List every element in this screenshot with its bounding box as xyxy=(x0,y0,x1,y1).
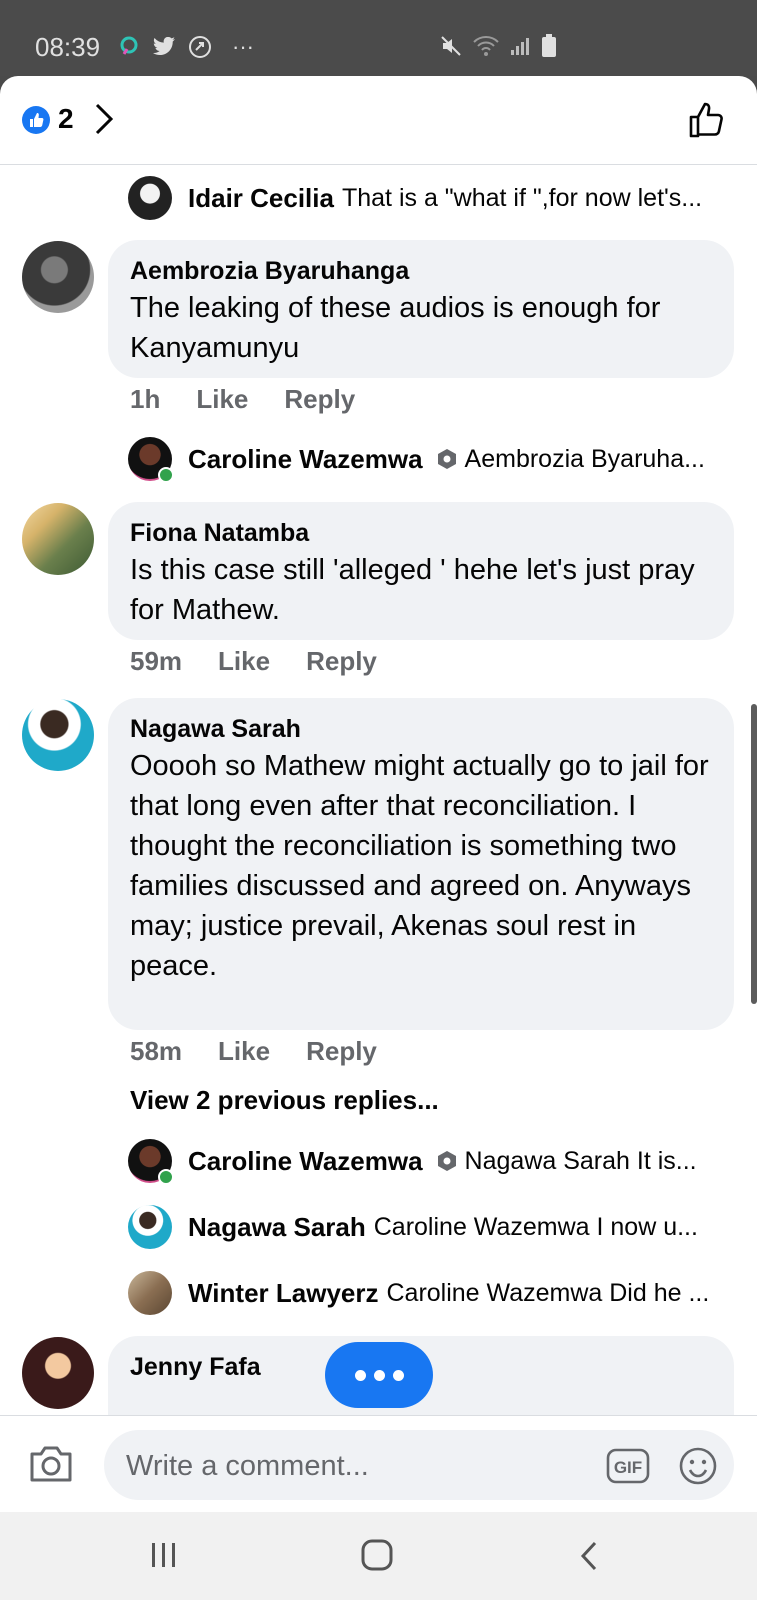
avatar[interactable] xyxy=(128,1139,174,1185)
comment-actions: 59m Like Reply xyxy=(130,646,413,677)
comment-author[interactable]: Fiona Natamba xyxy=(130,516,712,550)
comment-author[interactable]: Nagawa Sarah xyxy=(130,712,712,746)
scrollbar[interactable] xyxy=(751,704,757,1004)
system-navigation-bar xyxy=(0,1512,757,1600)
reply-author[interactable]: Caroline Wazemwa xyxy=(188,1146,423,1177)
top-fan-badge-icon xyxy=(437,1151,456,1171)
more-options-button[interactable] xyxy=(325,1342,433,1408)
online-indicator xyxy=(158,1169,174,1185)
like-button[interactable]: Like xyxy=(218,1036,270,1067)
reply-button[interactable]: Reply xyxy=(306,1036,377,1067)
comment-text: The leaking of these audios is enough fo… xyxy=(130,292,661,364)
reply-author[interactable]: Winter Lawyerz xyxy=(188,1278,378,1309)
reply-preview[interactable]: Winter Lawyerz Caroline Wazemwa Did he .… xyxy=(128,1269,728,1317)
avatar[interactable] xyxy=(128,176,172,220)
comment-actions: 1h Like Reply xyxy=(130,384,391,415)
wifi-icon xyxy=(473,36,499,56)
reply-author[interactable]: Caroline Wazemwa xyxy=(188,444,423,475)
avatar[interactable] xyxy=(22,503,94,575)
signal-icon xyxy=(511,38,529,55)
system-icons xyxy=(439,34,557,58)
camera-icon[interactable] xyxy=(28,1444,74,1484)
like-outline-icon[interactable] xyxy=(687,100,727,140)
view-previous-replies-link[interactable]: View 2 previous replies... xyxy=(130,1085,439,1116)
reply-preview[interactable]: Idair Cecilia That is a "what if ",for n… xyxy=(128,174,728,222)
mute-icon xyxy=(441,36,461,56)
comment-bubble: Fiona Natamba Is this case still 'allege… xyxy=(108,502,734,640)
avatar[interactable] xyxy=(22,241,94,313)
avatar[interactable] xyxy=(128,437,174,483)
battery-icon xyxy=(542,34,556,57)
comment-time: 59m xyxy=(130,646,183,676)
comment-time: 1h xyxy=(130,384,161,414)
comment-text: Ooooh so Mathew might actually go to jai… xyxy=(130,750,709,982)
like-button[interactable]: Like xyxy=(218,646,270,677)
status-time: 08:39 xyxy=(35,32,101,62)
comment-bubble: Nagawa Sarah Ooooh so Mathew might actua… xyxy=(108,698,734,1030)
comments-sheet: 2 Idair Cecilia That is a "what if ",for… xyxy=(0,76,757,1512)
comment-input-placeholder: Write a comment... xyxy=(126,1450,369,1482)
home-icon[interactable] xyxy=(360,1538,394,1572)
reply-author[interactable]: Nagawa Sarah xyxy=(188,1212,366,1243)
comment-composer: Write a comment... GIF xyxy=(0,1415,757,1513)
twitter-icon xyxy=(153,37,175,55)
top-fan-badge-icon xyxy=(437,449,456,469)
avatar[interactable] xyxy=(128,1271,172,1315)
dot xyxy=(354,1369,366,1381)
reply-button[interactable]: Reply xyxy=(306,646,377,677)
thumbs-up-icon xyxy=(30,113,44,127)
comment-author[interactable]: Aembrozia Byaruhanga xyxy=(130,254,712,288)
comment-time: 58m xyxy=(130,1036,183,1066)
sync-icon xyxy=(189,36,211,58)
reply-snippet: Nagawa Sarah It is... xyxy=(464,1146,697,1175)
reaction-count[interactable]: 2 xyxy=(58,103,74,135)
reply-button[interactable]: Reply xyxy=(284,384,355,415)
chevron-right-icon[interactable] xyxy=(94,102,114,136)
app-notification-icon xyxy=(120,36,138,55)
comment-actions: 58m Like Reply xyxy=(130,1036,413,1067)
reply-snippet: Caroline Wazemwa I now u... xyxy=(373,1212,698,1241)
like-button[interactable]: Like xyxy=(196,384,248,415)
reply-preview[interactable]: Caroline Wazemwa Nagawa Sarah It is... xyxy=(128,1137,728,1185)
comment-input[interactable]: Write a comment... GIF xyxy=(104,1430,734,1500)
like-reaction-badge[interactable] xyxy=(22,106,50,134)
emoji-icon[interactable] xyxy=(678,1446,718,1486)
dot xyxy=(392,1369,404,1381)
gif-label: GIF xyxy=(614,1458,642,1477)
avatar[interactable] xyxy=(22,1337,94,1409)
reply-snippet: Caroline Wazemwa Did he ... xyxy=(386,1278,710,1307)
online-indicator xyxy=(158,467,174,483)
reply-preview[interactable]: Nagawa Sarah Caroline Wazemwa I now u... xyxy=(128,1203,728,1251)
comment-bubble: Aembrozia Byaruhanga The leaking of thes… xyxy=(108,240,734,378)
back-icon[interactable] xyxy=(578,1540,600,1572)
recent-apps-icon[interactable] xyxy=(148,1540,180,1570)
avatar[interactable] xyxy=(22,699,94,771)
reply-snippet: Aembrozia Byaruha... xyxy=(464,444,705,473)
more-notifications-indicator: ··· xyxy=(232,34,254,59)
comment-list: Idair Cecilia That is a "what if ",for n… xyxy=(0,165,757,1491)
comment-text: Is this case still 'alleged ' hehe let's… xyxy=(130,554,695,626)
sheet-header: 2 xyxy=(0,76,757,165)
avatar[interactable] xyxy=(128,1205,172,1249)
gif-icon[interactable]: GIF xyxy=(606,1448,650,1484)
notification-icons: ··· xyxy=(118,34,254,60)
reply-author[interactable]: Idair Cecilia xyxy=(188,183,334,214)
dot xyxy=(373,1369,385,1381)
reply-snippet: That is a "what if ",for now let's... xyxy=(341,183,703,212)
reply-preview[interactable]: Caroline Wazemwa Aembrozia Byaruha... xyxy=(128,435,728,483)
status-bar: 08:39 ··· xyxy=(0,0,757,76)
